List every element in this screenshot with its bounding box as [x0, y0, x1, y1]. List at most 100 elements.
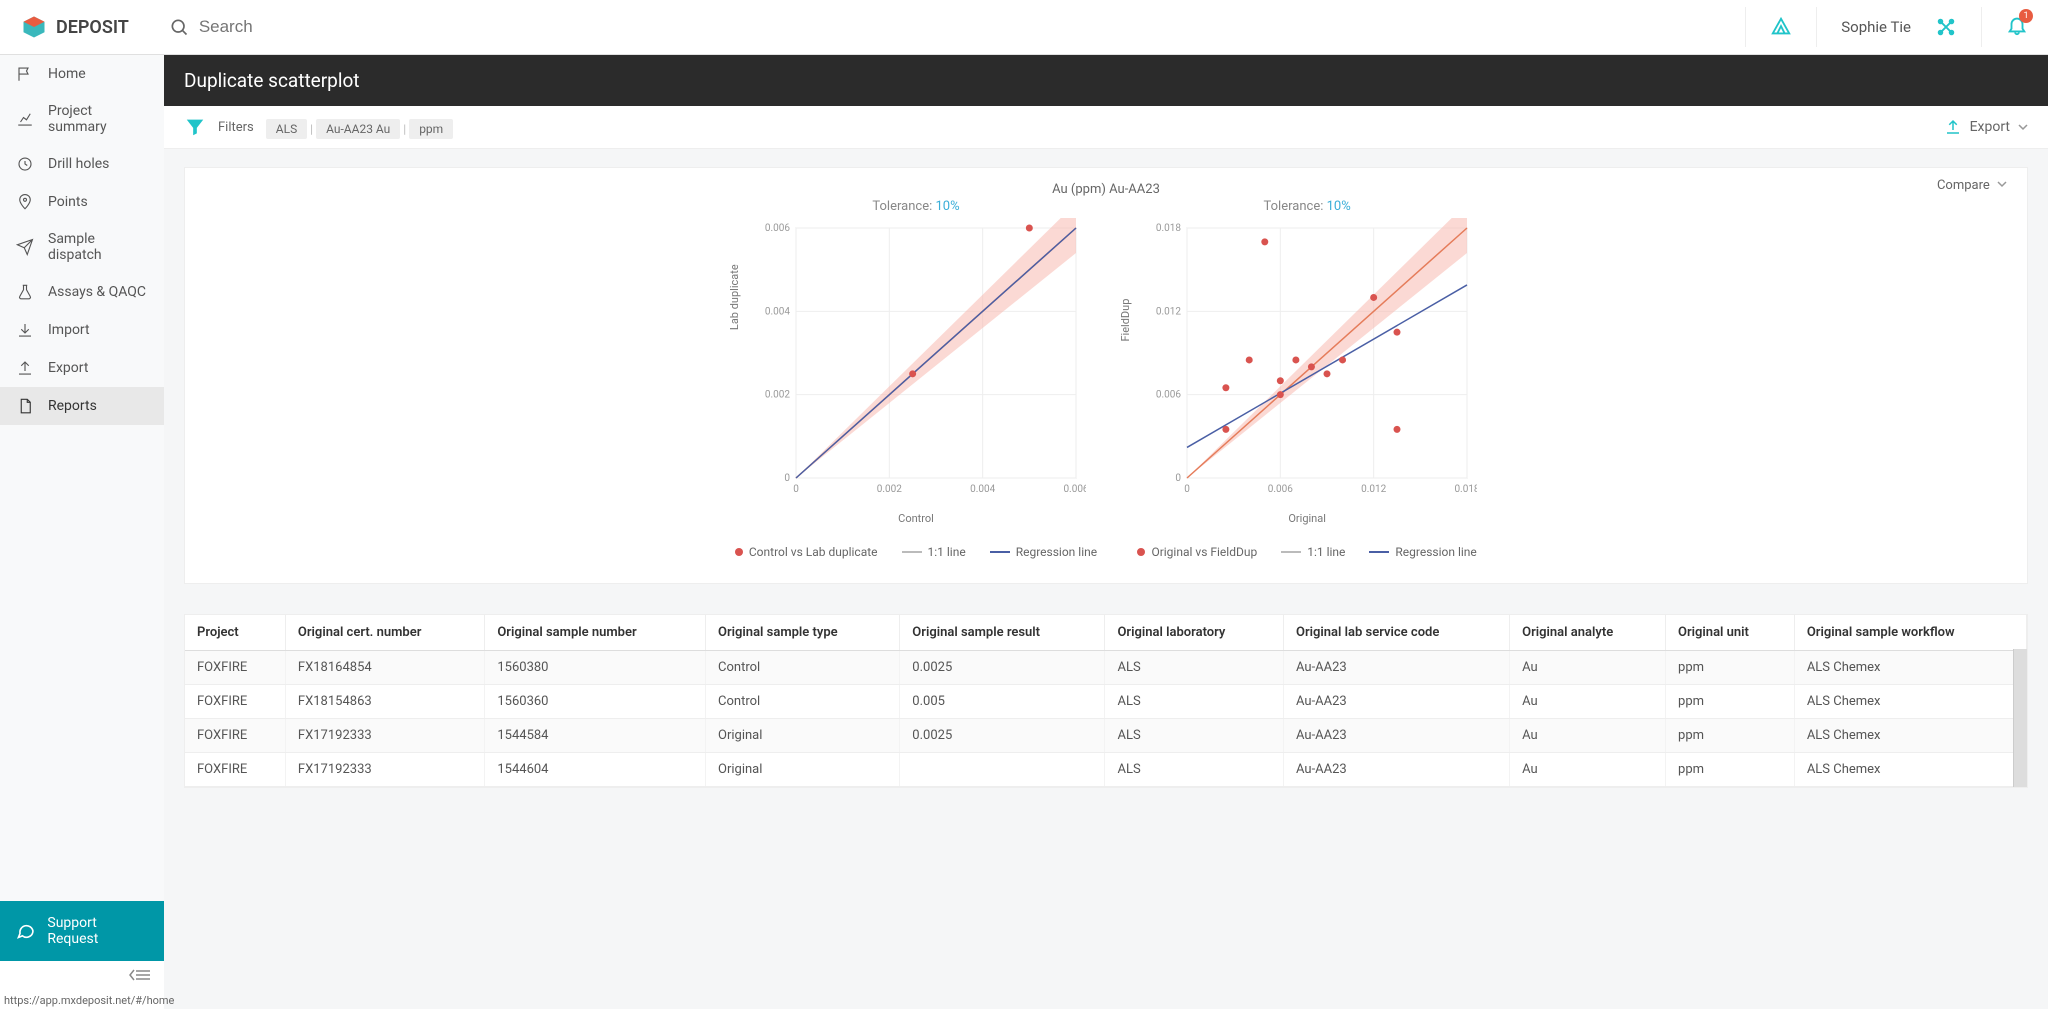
compare-button[interactable]: Compare [1937, 178, 2007, 193]
user-name[interactable]: Sophie Tie [1841, 18, 1911, 36]
sidebar-item-label: Home [48, 66, 86, 82]
export-button[interactable]: Export [1944, 118, 2028, 136]
pin-icon [16, 193, 34, 211]
table-cell: 1560360 [485, 685, 706, 719]
filter-chip[interactable]: ppm [409, 119, 453, 139]
column-header[interactable]: Original lab service code [1284, 615, 1510, 651]
table-cell: Original [706, 719, 900, 753]
table-row[interactable]: FOXFIREFX181648541560380Control0.0025ALS… [185, 651, 2027, 685]
table-cell: 0.0025 [900, 719, 1105, 753]
download-icon [16, 321, 34, 339]
table-cell [900, 753, 1105, 787]
table-scrollbar[interactable] [2013, 649, 2027, 787]
table-cell: ALS [1105, 685, 1284, 719]
svg-text:0.002: 0.002 [877, 484, 902, 495]
sidebar-item-drill-holes[interactable]: Drill holes [0, 145, 164, 183]
table-row[interactable]: FOXFIREFX181548631560360Control0.005ALSA… [185, 685, 2027, 719]
column-header[interactable]: Original unit [1666, 615, 1795, 651]
sidebar-item-import[interactable]: Import [0, 311, 164, 349]
sidebar-item-label: Reports [48, 398, 97, 414]
filter-label: Filters [218, 120, 254, 135]
collapse-icon [128, 968, 152, 982]
support-label: Support Request [47, 915, 148, 947]
x-axis-label: Control [898, 512, 934, 525]
table-cell: 1544584 [485, 719, 706, 753]
page-title: Duplicate scatterplot [164, 55, 2048, 106]
sidebar-item-project-summary[interactable]: Project summary [0, 93, 164, 145]
svg-text:0.006: 0.006 [1156, 390, 1181, 401]
flag-icon [16, 65, 34, 83]
chart-legend: Control vs Lab duplicate1:1 lineRegressi… [735, 545, 1097, 559]
column-header[interactable]: Original sample type [706, 615, 900, 651]
table-cell: FOXFIRE [185, 719, 285, 753]
collapse-sidebar[interactable] [0, 961, 164, 992]
chart-legend: Original vs FieldDup1:1 lineRegression l… [1137, 545, 1476, 559]
column-header[interactable]: Original analyte [1510, 615, 1666, 651]
data-table-panel: ProjectOriginal cert. numberOriginal sam… [184, 614, 2028, 788]
table-cell: Au-AA23 [1284, 651, 1510, 685]
svg-text:0: 0 [1176, 473, 1182, 484]
sidebar-item-export[interactable]: Export [0, 349, 164, 387]
search-input[interactable] [199, 17, 599, 37]
table-cell: ALS Chemex [1794, 753, 2026, 787]
filter-bar: Filters ALS | Au-AA23 Au | ppm Export [164, 106, 2048, 149]
sidebar-item-label: Drill holes [48, 156, 109, 172]
table-cell: FX17192333 [285, 719, 484, 753]
table-cell: Au-AA23 [1284, 719, 1510, 753]
table-cell: Original [706, 753, 900, 787]
brand-text: DEPOSIT [56, 17, 129, 38]
table-cell: ALS Chemex [1794, 719, 2026, 753]
svg-text:0.004: 0.004 [970, 484, 995, 495]
column-header[interactable]: Original sample number [485, 615, 706, 651]
sidebar-item-sample-dispatch[interactable]: Sample dispatch [0, 221, 164, 273]
filter-chip[interactable]: Au-AA23 Au [316, 119, 400, 139]
triangle-icon[interactable] [1770, 16, 1792, 38]
chart-icon [16, 110, 34, 128]
table-cell: ALS [1105, 719, 1284, 753]
chart: Tolerance: 10%Lab duplicate00.0020.0040.… [735, 199, 1097, 559]
table-cell: FOXFIRE [185, 685, 285, 719]
sidebar-item-label: Assays & QAQC [48, 284, 146, 300]
table-cell: FOXFIRE [185, 753, 285, 787]
table-row[interactable]: FOXFIREFX171923331544604OriginalALSAu-AA… [185, 753, 2027, 787]
table-cell: Au-AA23 [1284, 685, 1510, 719]
search-icon [169, 17, 189, 37]
svg-text:0.018: 0.018 [1455, 484, 1478, 495]
table-cell: Control [706, 685, 900, 719]
search[interactable] [169, 17, 1745, 37]
column-header[interactable]: Project [185, 615, 285, 651]
table-cell: ppm [1666, 651, 1795, 685]
scatter-plot[interactable]: Lab duplicate00.0020.0040.00600.0020.004… [746, 218, 1086, 508]
table-cell: FX17192333 [285, 753, 484, 787]
chevron-down-icon [1997, 179, 2007, 189]
sidebar-item-reports[interactable]: Reports [0, 387, 164, 425]
x-axis-label: Original [1288, 512, 1326, 525]
svg-text:0: 0 [784, 473, 790, 484]
sidebar-item-home[interactable]: Home [0, 55, 164, 93]
upload-icon [1944, 118, 1962, 136]
svg-text:0.018: 0.018 [1156, 223, 1181, 234]
svg-text:0.002: 0.002 [765, 390, 790, 401]
column-header[interactable]: Original sample result [900, 615, 1105, 651]
column-header[interactable]: Original laboratory [1105, 615, 1284, 651]
upload-icon [16, 359, 34, 377]
column-header[interactable]: Original cert. number [285, 615, 484, 651]
notification-badge: 1 [2019, 9, 2033, 23]
scatter-plot[interactable]: FieldDup00.0060.0120.01800.0060.0120.018 [1137, 218, 1477, 508]
table-cell: Au-AA23 [1284, 753, 1510, 787]
tools-icon[interactable] [1935, 16, 1957, 38]
table-cell: 0.005 [900, 685, 1105, 719]
notifications[interactable]: 1 [2006, 14, 2028, 40]
table-cell: Au [1510, 651, 1666, 685]
filter-chip[interactable]: ALS [266, 119, 307, 139]
sidebar-item-assays-qaqc[interactable]: Assays & QAQC [0, 273, 164, 311]
sidebar-item-label: Export [48, 360, 88, 376]
logo[interactable]: DEPOSIT [20, 13, 129, 41]
table-row[interactable]: FOXFIREFX171923331544584Original0.0025AL… [185, 719, 2027, 753]
filter-icon[interactable] [184, 116, 206, 138]
send-icon [16, 238, 34, 256]
support-request[interactable]: Support Request [0, 901, 164, 961]
column-header[interactable]: Original sample workflow [1794, 615, 2026, 651]
sidebar-item-points[interactable]: Points [0, 183, 164, 221]
table-cell: 1560380 [485, 651, 706, 685]
